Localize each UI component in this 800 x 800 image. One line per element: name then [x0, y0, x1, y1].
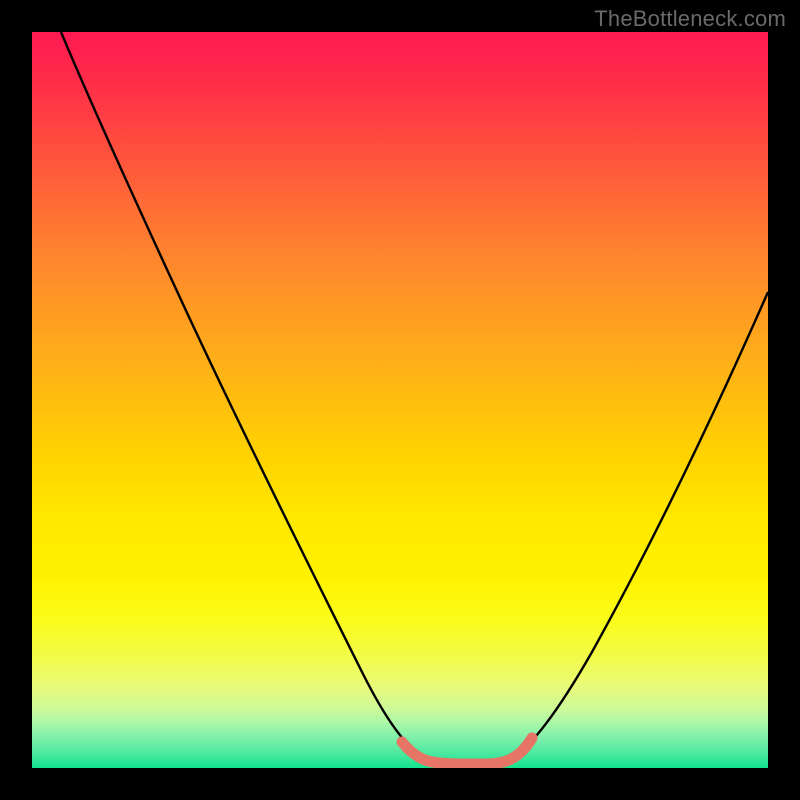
- optimal-band: [402, 738, 532, 764]
- curve-layer: [32, 32, 768, 768]
- bottleneck-curve: [61, 32, 768, 763]
- watermark-text: TheBottleneck.com: [594, 6, 786, 32]
- chart-frame: TheBottleneck.com: [0, 0, 800, 800]
- plot-area: [32, 32, 768, 768]
